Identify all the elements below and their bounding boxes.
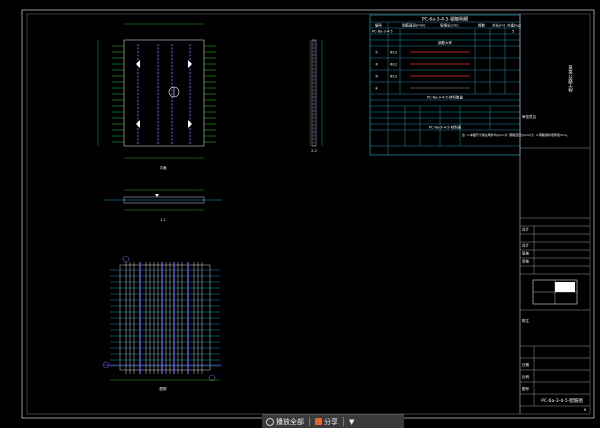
drawing-border bbox=[21, 9, 595, 419]
svg-text:Φ12: Φ12 bbox=[390, 75, 397, 79]
table-subtitle-mat: PC-6a-3-4-5-材料表 bbox=[429, 125, 462, 130]
play-all-label: 播放全部 bbox=[276, 417, 304, 426]
play-all-button[interactable]: 播放全部 bbox=[266, 417, 304, 427]
svg-text:②: ② bbox=[375, 63, 378, 67]
table-header-tl: 共长(m) bbox=[492, 23, 506, 28]
table-row0-id: PC-6a-3-4-5 bbox=[372, 30, 393, 34]
rebar-row-3: ③ Φ12 bbox=[375, 75, 470, 79]
elevation-label: 1-1 bbox=[160, 218, 166, 222]
svg-text:Φ12: Φ12 bbox=[390, 51, 397, 55]
svg-text:③: ③ bbox=[375, 75, 378, 79]
plan-label: 平面 bbox=[160, 165, 167, 170]
elevation-view: 1-1 bbox=[104, 189, 222, 222]
scale-label: 比例 bbox=[522, 374, 530, 379]
design-label: 设计 bbox=[522, 227, 530, 232]
table-title: PC-6a-3-4-5-钢筋明细 bbox=[422, 16, 469, 23]
page-number: 6 bbox=[584, 408, 586, 412]
table-header-len: 每根长(cm) bbox=[440, 23, 459, 28]
svg-text:Φ12: Φ12 bbox=[390, 63, 397, 67]
table-row0-wt: 5 bbox=[512, 30, 514, 34]
share-button[interactable]: 分享 bbox=[315, 417, 338, 427]
checker-label: 复核 bbox=[522, 251, 530, 256]
rebar-row-2: ② Φ12 bbox=[375, 63, 470, 67]
project-name: 某某公路工程 bbox=[568, 65, 573, 94]
taskbar-divider bbox=[309, 417, 310, 426]
table-note: 注: 1.本图尺寸除注明外均以cm计, 钢筋直径以mm计。2.钢筋保护层厚度3c… bbox=[462, 132, 570, 137]
rebar-row-4: ④ bbox=[375, 87, 470, 91]
reviewer-label: 审核 bbox=[522, 259, 530, 264]
date-label: 日期 bbox=[522, 362, 530, 367]
svg-text:①: ① bbox=[375, 51, 378, 55]
sig-label: 审查意见 bbox=[522, 114, 536, 119]
viewer-taskbar: 播放全部 分享 ▼ bbox=[262, 414, 404, 428]
cad-drawing-canvas[interactable]: PC-6a-3-4-5-钢筋明细 钢筋大样 PC-6a-3-4-5-材料数量 P… bbox=[0, 0, 600, 428]
note-label: 附注 bbox=[522, 318, 530, 323]
rebar-grid-view: 配筋 bbox=[102, 255, 222, 391]
play-icon bbox=[266, 417, 274, 426]
rebar-row-1: ① Φ12 bbox=[375, 51, 470, 55]
more-menu-button[interactable]: ▼ bbox=[349, 418, 354, 426]
title-block: 某某公路工程 审查意见 设计 设计 复核 审核 附注 日期 比例 图号 PC-6… bbox=[519, 14, 590, 414]
svg-text:④: ④ bbox=[375, 87, 378, 91]
rebar-label: 配筋 bbox=[160, 386, 167, 391]
designer-label: 设计 bbox=[522, 243, 530, 248]
table-header-cnt: 根数 bbox=[478, 23, 486, 28]
table-header-dia: 钢筋直径(mm) bbox=[402, 23, 426, 28]
share-label: 分享 bbox=[324, 417, 338, 426]
chevron-down-icon: ▼ bbox=[349, 417, 355, 426]
drawing-title: PC-6a-3-4-5-配筋图 bbox=[541, 397, 583, 404]
table-subtitle-rebar: 钢筋大样 bbox=[438, 40, 452, 45]
rebar-table: PC-6a-3-4-5-钢筋明细 钢筋大样 PC-6a-3-4-5-材料数量 P… bbox=[369, 14, 570, 156]
drawing-no-label: 图号 bbox=[522, 386, 530, 391]
table-header-id: 编号 bbox=[375, 23, 383, 28]
section-label: 2-2 bbox=[311, 149, 317, 153]
table-subtitle-qty: PC-6a-3-4-5-材料数量 bbox=[427, 95, 463, 100]
plan-view: 平面 bbox=[97, 23, 216, 170]
share-icon bbox=[315, 418, 322, 425]
table-header-wt: 共重(kg) bbox=[507, 23, 522, 28]
taskbar-divider-2 bbox=[343, 417, 344, 426]
section-view: 2-2 bbox=[309, 39, 323, 153]
